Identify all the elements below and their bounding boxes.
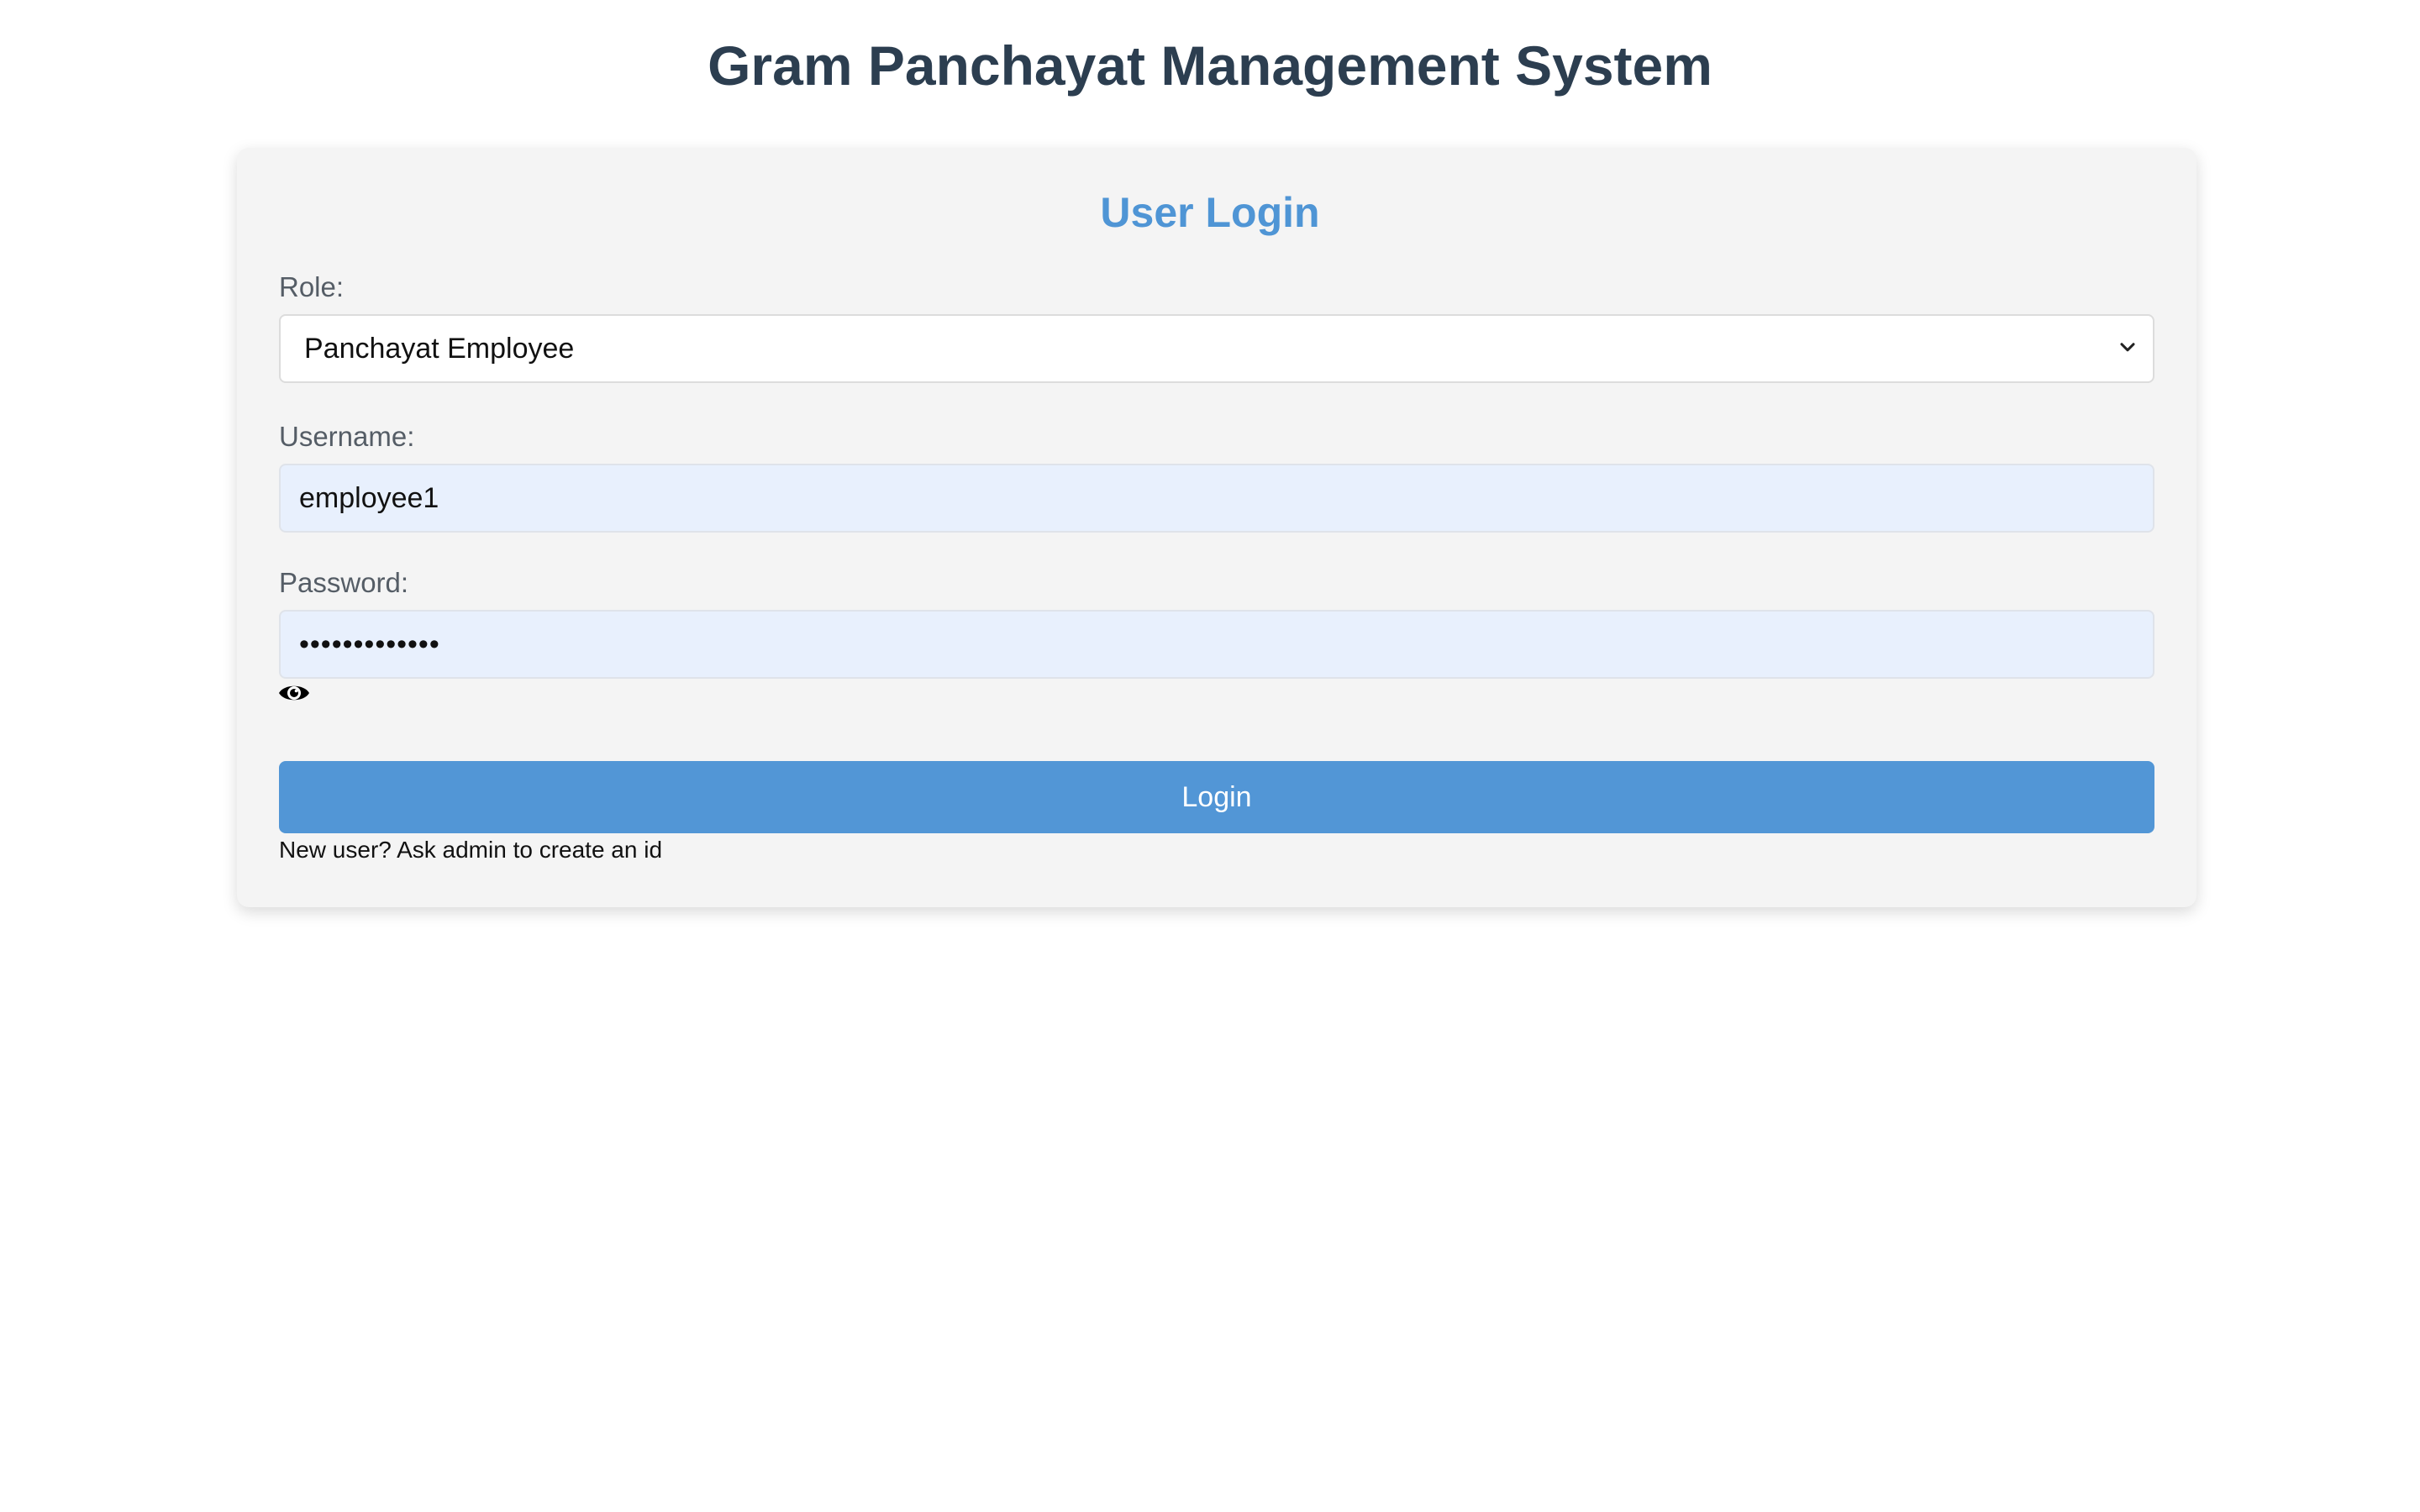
new-user-note: New user? Ask admin to create an id (279, 837, 663, 863)
role-label: Role: (279, 271, 345, 302)
username-input[interactable]: employee1 (279, 464, 2154, 533)
password-input-value: ••••••••••••• (299, 628, 440, 660)
login-title: User Login (1100, 189, 1320, 236)
app-title: Gram Panchayat Management System (708, 34, 1712, 97)
username-label: Username: (279, 421, 415, 452)
eye-icon[interactable] (277, 679, 311, 707)
role-select[interactable]: Panchayat Employee (279, 314, 2154, 383)
login-page: Gram Panchayat Management System User Lo… (0, 0, 2420, 1512)
role-select-value: Panchayat Employee (304, 333, 575, 365)
password-label: Password: (279, 567, 409, 598)
password-input[interactable]: ••••••••••••• (279, 610, 2154, 679)
login-button[interactable]: Login (279, 761, 2154, 833)
username-input-value: employee1 (299, 482, 439, 514)
chevron-down-icon (2120, 343, 2135, 352)
